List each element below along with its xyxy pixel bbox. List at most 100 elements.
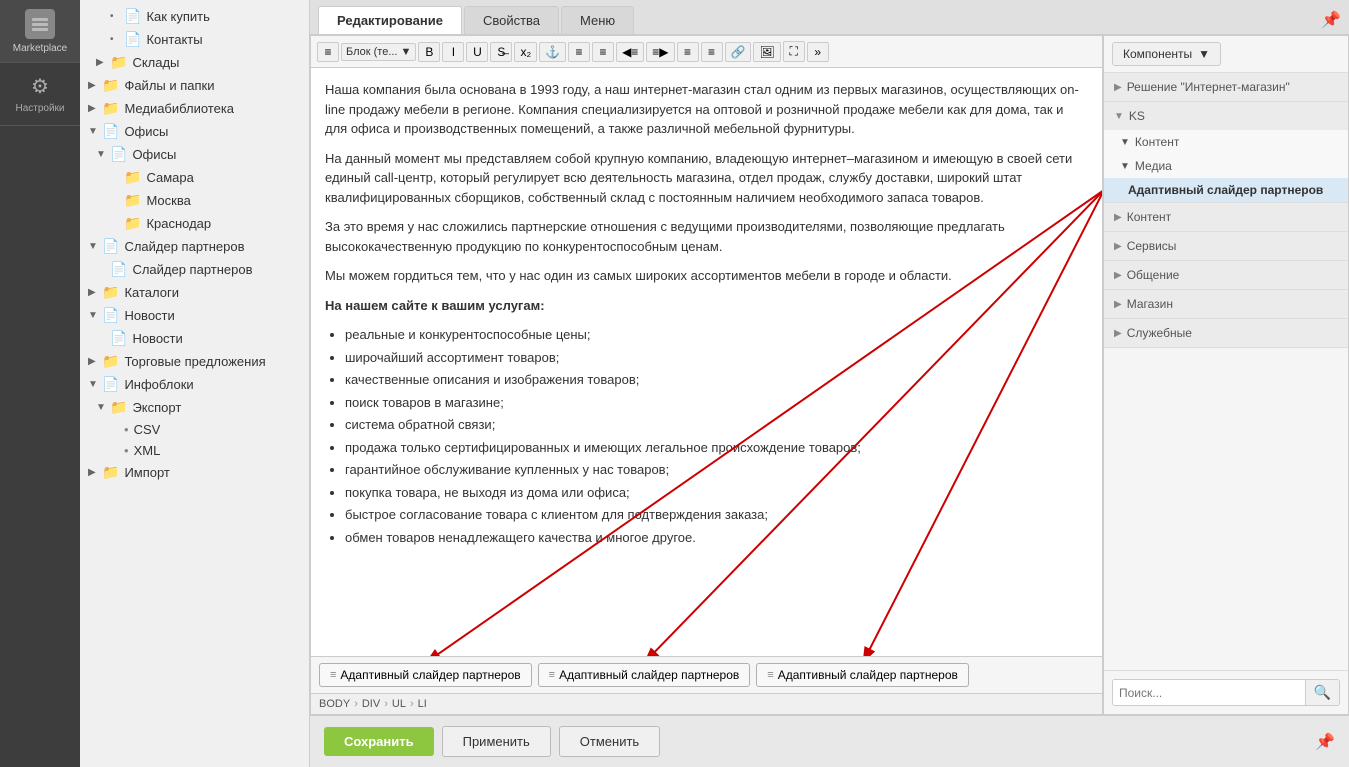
section-arrow-icon: ▶ xyxy=(1114,328,1122,339)
right-section-sluzhebnye: ▶Служебные xyxy=(1104,319,1348,348)
right-section-header-kontent2[interactable]: ▶Контент xyxy=(1104,203,1348,231)
component-icon: ≡ xyxy=(549,669,555,681)
components-dropdown[interactable]: Компоненты ▼ xyxy=(1112,42,1221,66)
right-panel-sections: ▶Решение "Интернет-магазин"▼KS▼Контент▼М… xyxy=(1104,73,1348,348)
section-arrow-icon: ▶ xyxy=(1114,82,1122,93)
cancel-button[interactable]: Отменить xyxy=(559,726,660,757)
sidebar-nav-settings[interactable]: ⚙ Настройки xyxy=(0,63,80,126)
pin-icon-bottom[interactable]: 📌 xyxy=(1315,732,1335,752)
list-item-5: продажа только сертифицированных и имеющ… xyxy=(345,438,1088,458)
subsection-header-kontent1[interactable]: ▼Контент xyxy=(1104,130,1348,154)
tree-folder-icon: 📁 xyxy=(102,284,119,301)
breadcrumb-item-body[interactable]: BODY xyxy=(319,698,350,710)
tree-folder-icon: 📄 xyxy=(102,307,119,324)
toolbar-btn-align_c[interactable]: ≡ xyxy=(701,42,723,62)
tree-item-import[interactable]: ▶📁Импорт xyxy=(80,461,309,484)
tree-item-sklady[interactable]: ▶📁Склады xyxy=(80,51,309,74)
tree-item-novosti_group[interactable]: ▼ 📄 Новости xyxy=(80,304,309,327)
toolbar-btn-underline[interactable]: U xyxy=(466,42,488,62)
tree-folder-icon: 📄 xyxy=(110,261,127,278)
right-section-header-servisy[interactable]: ▶Сервисы xyxy=(1104,232,1348,260)
breadcrumb-item-li[interactable]: LI xyxy=(418,698,427,710)
toolbar-btn-fullscreen[interactable]: ⛶ xyxy=(783,41,805,62)
tree-item-samara[interactable]: 📁Самара xyxy=(80,166,309,189)
tree-arrow-icon: ▼ xyxy=(88,126,98,137)
toolbar-btn-indent_dec[interactable]: ◀≡ xyxy=(616,42,644,62)
component-btn-comp1[interactable]: ≡Адаптивный слайдер партнеров xyxy=(319,663,532,687)
toolbar-btn-more[interactable]: » xyxy=(807,42,829,62)
toolbar-btn-align[interactable]: ≡ xyxy=(317,42,339,62)
search-input[interactable] xyxy=(1113,680,1305,705)
tree-item-infobloki_group[interactable]: ▼📄Инфоблоки xyxy=(80,373,309,396)
tab-menu[interactable]: Меню xyxy=(561,6,634,34)
tab-props[interactable]: Свойства xyxy=(464,6,559,34)
breadcrumb-separator: › xyxy=(354,698,358,710)
toolbar-btn-list_ul[interactable]: ≡ xyxy=(568,42,590,62)
tree-item-slider_group[interactable]: ▼📄Слайдер партнеров xyxy=(80,235,309,258)
tree-arrow-icon: ▶ xyxy=(88,287,98,298)
toolbar-btn-indent_inc[interactable]: ≡▶ xyxy=(646,42,674,62)
right-section-header-ks[interactable]: ▼KS xyxy=(1104,102,1348,130)
component-label: Адаптивный слайдер партнеров xyxy=(778,668,958,682)
editor-left: ≡Блок (те... ▼BIUS̶x₂⚓≡≡◀≡≡▶≡≡🔗🖼⛶» Наша … xyxy=(311,36,1103,714)
tree-item-krasnodar[interactable]: 📁Краснодар xyxy=(80,212,309,235)
tree-arrow-icon: ▼ xyxy=(88,310,98,321)
main-content: Редактирование Свойства Меню 📌 ≡Блок (те… xyxy=(310,0,1349,767)
breadcrumb-item-ul[interactable]: UL xyxy=(392,698,406,710)
toolbar-btn-anchor[interactable]: ⚓ xyxy=(539,42,566,62)
toolbar-btn-sub[interactable]: x₂ xyxy=(514,42,537,62)
save-button[interactable]: Сохранить xyxy=(324,727,434,756)
right-section-header-resheniye[interactable]: ▶Решение "Интернет-магазин" xyxy=(1104,73,1348,101)
component-btn-comp2[interactable]: ≡Адаптивный слайдер партнеров xyxy=(538,663,751,687)
tree-item-label: Москва xyxy=(146,193,190,208)
tree-item-label: Самара xyxy=(146,170,193,185)
subsection-header-media[interactable]: ▼Медиа xyxy=(1104,154,1348,178)
tree-folder-icon: 📁 xyxy=(110,399,127,416)
tree-item-label: Новости xyxy=(124,308,174,323)
right-section-header-magazin[interactable]: ▶Магазин xyxy=(1104,290,1348,318)
pin-icon-top[interactable]: 📌 xyxy=(1321,10,1341,30)
sidebar-logo[interactable]: Marketplace xyxy=(0,0,80,63)
tree-item-csv[interactable]: •CSV xyxy=(80,419,309,440)
tree-item-slider_sub[interactable]: 📄 Слайдер партнеров xyxy=(80,258,309,281)
tree-item-ofisy_sub[interactable]: ▼📄Офисы xyxy=(80,143,309,166)
toolbar-btn-strikethrough[interactable]: S̶ xyxy=(490,42,512,62)
tree-item-novosti_sub[interactable]: 📄Новости xyxy=(80,327,309,350)
editor-bottom-bar: ≡Адаптивный слайдер партнеров≡Адаптивный… xyxy=(311,656,1102,693)
tree-item-eksport[interactable]: ▼📁Экспорт xyxy=(80,396,309,419)
tree-item-faily[interactable]: ▶📁Файлы и папки xyxy=(80,74,309,97)
toolbar-select-block[interactable]: Блок (те... ▼ xyxy=(341,43,416,61)
apply-button[interactable]: Применить xyxy=(442,726,551,757)
toolbar-btn-image[interactable]: 🖼 xyxy=(753,42,780,62)
tree-item-label: Слайдер партнеров xyxy=(132,262,252,277)
tree-item-label: Импорт xyxy=(124,465,169,480)
bottom-bar: Сохранить Применить Отменить 📌 xyxy=(310,715,1349,767)
toolbar-btn-bold[interactable]: B xyxy=(418,42,440,62)
breadcrumb-item-div[interactable]: DIV xyxy=(362,698,380,710)
settings-icon: ⚙ xyxy=(31,74,49,99)
component-btn-comp3[interactable]: ≡Адаптивный слайдер партнеров xyxy=(756,663,969,687)
search-button[interactable]: 🔍 xyxy=(1305,680,1339,705)
right-panel-item-adaptive_slider[interactable]: Адаптивный слайдер партнеров xyxy=(1104,178,1348,202)
tree-item-ofisy_group[interactable]: ▼📄Офисы xyxy=(80,120,309,143)
right-section-header-sluzhebnye[interactable]: ▶Служебные xyxy=(1104,319,1348,347)
tab-edit[interactable]: Редактирование xyxy=(318,6,462,34)
tree-item-contacts[interactable]: •📄Контакты xyxy=(80,28,309,51)
tree-item-xml[interactable]: •XML xyxy=(80,440,309,461)
editor-content[interactable]: Наша компания была основана в 1993 году,… xyxy=(311,68,1102,656)
tree-item-katalogi[interactable]: ▶📁Каталоги xyxy=(80,281,309,304)
right-section-header-obshcheniye[interactable]: ▶Общение xyxy=(1104,261,1348,289)
toolbar-btn-list_ol[interactable]: ≡ xyxy=(592,42,614,62)
section-label: KS xyxy=(1129,109,1145,123)
toolbar-btn-italic[interactable]: I xyxy=(442,42,464,62)
toolbar-btn-link[interactable]: 🔗 xyxy=(725,42,752,62)
tree-item-label: Контакты xyxy=(146,32,202,47)
tree-folder-icon: 📄 xyxy=(102,376,119,393)
tree-item-mediabib[interactable]: ▶📁Медиабиблиотека xyxy=(80,97,309,120)
toolbar-btn-align_l[interactable]: ≡ xyxy=(677,42,699,62)
tree-item-kak_kupit[interactable]: •📄Как купить xyxy=(80,5,309,28)
tree-item-label: Краснодар xyxy=(146,216,211,231)
tree-item-torgovye[interactable]: ▶📁Торговые предложения xyxy=(80,350,309,373)
tree-item-moskva[interactable]: 📁Москва xyxy=(80,189,309,212)
tree-folder-icon: 📄 xyxy=(102,238,119,255)
